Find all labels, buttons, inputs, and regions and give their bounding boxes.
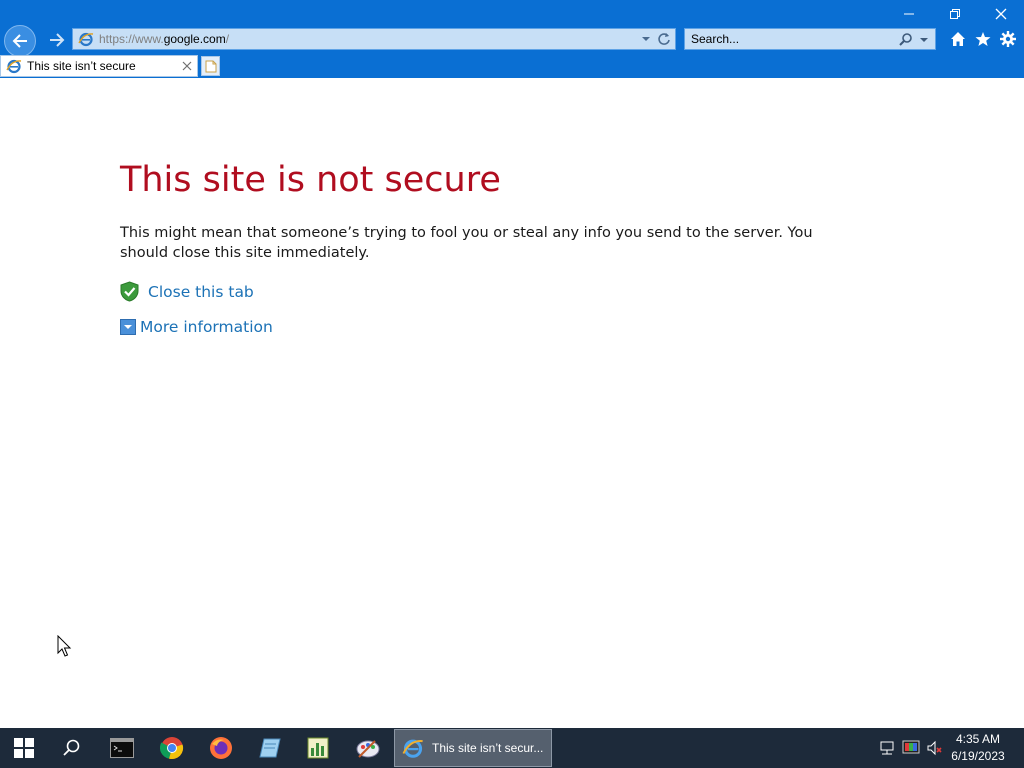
close-icon <box>995 8 1007 20</box>
restore-icon <box>950 9 960 19</box>
arrow-right-icon <box>50 33 65 47</box>
url-path: / <box>225 32 230 46</box>
star-icon <box>975 32 990 46</box>
taskbar-app-paint[interactable] <box>344 728 392 768</box>
taskbar-active-ie-window[interactable]: This site isn’t secur... <box>394 729 552 767</box>
firefox-icon <box>210 737 232 759</box>
start-button[interactable] <box>0 728 48 768</box>
new-tab-button[interactable] <box>201 56 220 76</box>
page-content: This site is not secure This might mean … <box>0 78 1024 728</box>
taskbar: This site isn’t secur... 4:35 AM 6/19/20… <box>0 728 1024 768</box>
search-box[interactable]: Search... <box>684 28 936 50</box>
search-input[interactable]: Search... <box>691 32 739 46</box>
address-tools <box>641 31 671 47</box>
new-tab-icon <box>205 60 216 72</box>
windows-logo-icon <box>14 738 34 758</box>
taskbar-search-button[interactable] <box>48 728 96 768</box>
taskbar-terminal[interactable] <box>98 728 146 768</box>
notepad-app-icon <box>259 738 281 758</box>
back-button[interactable] <box>4 25 36 57</box>
search-icon <box>63 739 80 756</box>
close-icon <box>182 61 192 71</box>
chevron-down-icon[interactable] <box>919 32 929 48</box>
clock-date: 6/19/2023 <box>951 749 1005 763</box>
gear-icon <box>999 31 1016 47</box>
close-this-tab-link[interactable]: Close this tab <box>120 281 254 302</box>
home-button[interactable] <box>948 30 967 48</box>
close-window-button[interactable] <box>978 0 1024 28</box>
more-information-link[interactable]: More information <box>120 318 273 336</box>
display-color-icon[interactable] <box>902 740 920 756</box>
url-prefix: https://www. <box>99 32 164 46</box>
refresh-icon[interactable] <box>657 31 671 47</box>
spreadsheet-app-icon <box>307 737 329 759</box>
dropdown-arrow-icon[interactable] <box>641 31 651 47</box>
tools-button[interactable] <box>998 30 1017 48</box>
taskbar-task-label: This site isn’t secur... <box>432 741 544 755</box>
browser-titlebar: https://www.google.com/ Search... This s… <box>0 0 1024 78</box>
green-shield-icon <box>120 281 139 302</box>
search-tools <box>898 32 929 48</box>
url-host: google.com <box>163 32 226 46</box>
url-text[interactable]: https://www.google.com/ <box>99 32 229 46</box>
page-title: This site is not secure <box>120 160 501 200</box>
toolbar-icons <box>948 30 1017 48</box>
clock-time: 4:35 AM <box>955 732 1001 746</box>
taskbar-app-chart[interactable] <box>294 728 342 768</box>
chrome-icon <box>160 737 184 760</box>
internet-explorer-icon <box>6 59 22 74</box>
home-icon <box>950 32 965 46</box>
tab-close-button[interactable] <box>182 58 192 74</box>
more-information-label[interactable]: More information <box>140 318 273 336</box>
favorites-button[interactable] <box>973 30 992 48</box>
minimize-icon <box>904 13 914 15</box>
tab-active[interactable]: This site isn’t secure <box>0 55 198 77</box>
paint-app-icon <box>356 740 380 758</box>
tab-title: This site isn’t secure <box>27 59 136 73</box>
volume-muted-icon[interactable] <box>926 740 944 756</box>
close-this-tab-label[interactable]: Close this tab <box>148 283 254 301</box>
taskbar-chrome[interactable] <box>148 728 196 768</box>
internet-explorer-icon <box>78 32 94 47</box>
taskbar-firefox[interactable] <box>197 728 245 768</box>
forward-button[interactable] <box>42 27 72 53</box>
address-bar[interactable]: https://www.google.com/ <box>72 28 676 50</box>
warning-description: This might mean that someone’s trying to… <box>120 225 813 261</box>
search-icon[interactable] <box>898 32 914 48</box>
arrow-left-icon <box>12 34 27 48</box>
window-controls <box>886 0 1024 28</box>
system-tray <box>878 728 944 768</box>
minimize-button[interactable] <box>886 0 932 28</box>
internet-explorer-icon <box>402 739 423 758</box>
expand-down-icon <box>120 319 136 335</box>
network-icon[interactable] <box>878 740 896 756</box>
mouse-cursor-icon <box>57 635 72 657</box>
taskbar-app-editor[interactable] <box>246 728 294 768</box>
restore-button[interactable] <box>932 0 978 28</box>
terminal-icon <box>110 738 134 758</box>
taskbar-clock[interactable]: 4:35 AM 6/19/2023 <box>948 731 1008 765</box>
